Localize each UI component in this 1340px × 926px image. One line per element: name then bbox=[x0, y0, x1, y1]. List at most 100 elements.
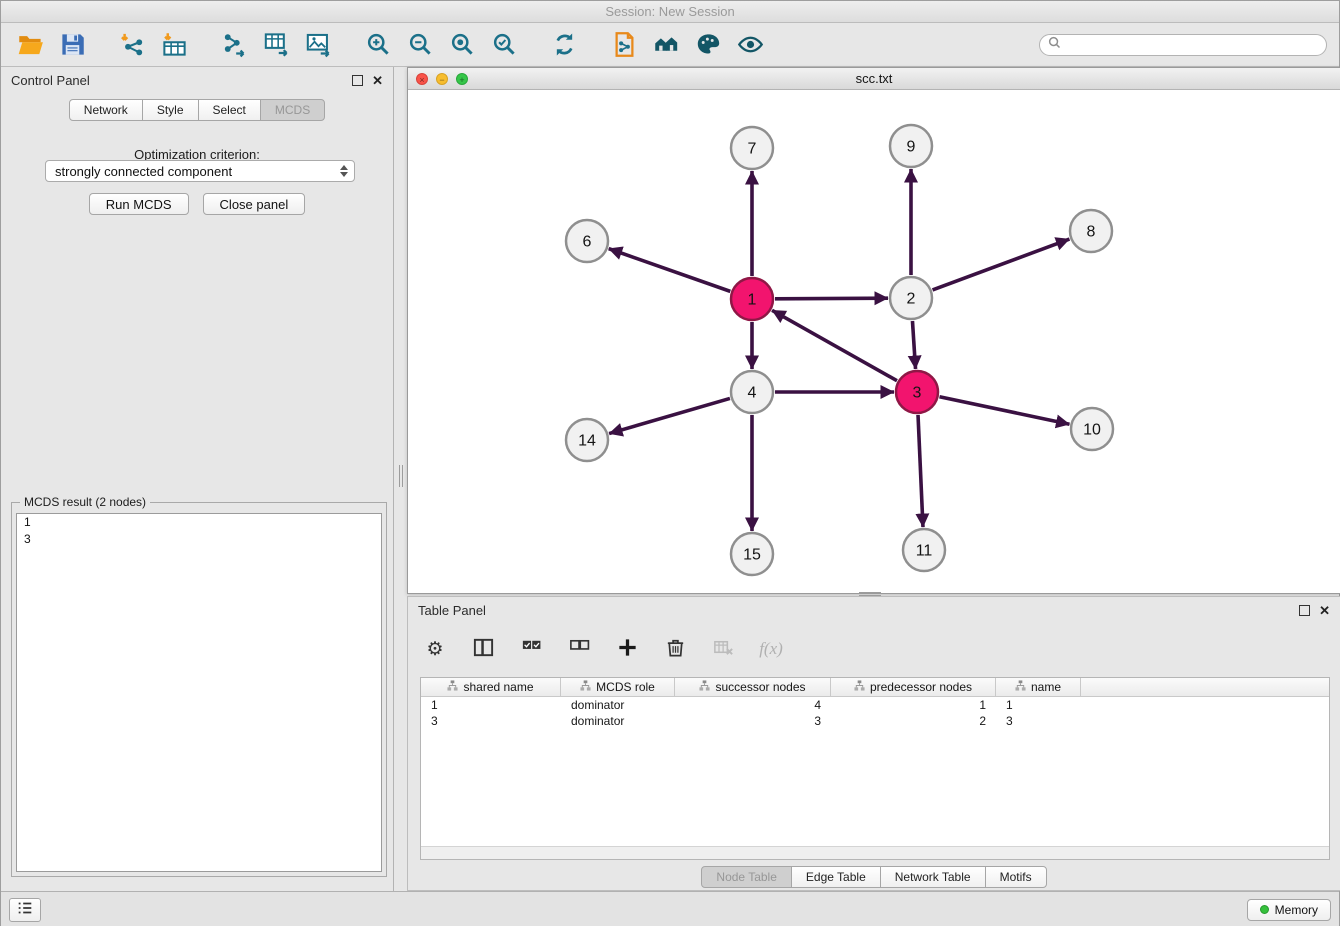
table-panel-tabs: Node TableEdge TableNetwork TableMotifs bbox=[408, 866, 1340, 888]
vertical-splitter-handle[interactable] bbox=[397, 465, 405, 487]
search-icon bbox=[1048, 36, 1061, 54]
float-table-panel-icon[interactable] bbox=[1299, 605, 1310, 616]
table-cell[interactable]: 3 bbox=[675, 713, 831, 729]
deselect-all-button[interactable] bbox=[566, 636, 592, 662]
network-window-titlebar[interactable]: × − + scc.txt bbox=[408, 68, 1340, 90]
table-cell[interactable]: 3 bbox=[421, 713, 561, 729]
node-label-14: 14 bbox=[578, 433, 596, 450]
table-horizontal-scrollbar[interactable] bbox=[421, 846, 1329, 859]
table-settings-icon: ⚙ bbox=[426, 640, 443, 659]
memory-button[interactable]: Memory bbox=[1247, 899, 1331, 921]
split-view-button[interactable] bbox=[470, 636, 496, 662]
table-cell[interactable]: 1 bbox=[996, 697, 1081, 713]
edge-3-1[interactable] bbox=[772, 310, 897, 380]
float-panel-icon[interactable] bbox=[352, 75, 363, 86]
edge-2-3[interactable] bbox=[912, 321, 915, 369]
table-tab-motifs[interactable]: Motifs bbox=[985, 866, 1047, 888]
edge-1-6[interactable] bbox=[609, 249, 731, 292]
open-file-button[interactable] bbox=[13, 28, 47, 62]
node-2[interactable]: 2 bbox=[890, 277, 932, 319]
node-10[interactable]: 10 bbox=[1071, 408, 1113, 450]
table-panel: Table Panel ✕ ⚙f(x) shared nameMCDS role… bbox=[407, 596, 1340, 891]
add-column-button[interactable] bbox=[614, 636, 640, 662]
table-cell[interactable]: 4 bbox=[675, 697, 831, 713]
tab-network[interactable]: Network bbox=[69, 99, 143, 121]
mcds-result-list[interactable]: 13 bbox=[16, 513, 382, 872]
node-14[interactable]: 14 bbox=[566, 419, 608, 461]
column-type-icon bbox=[447, 680, 458, 694]
table-row[interactable]: 3dominator323 bbox=[421, 713, 1329, 729]
node-1[interactable]: 1 bbox=[731, 278, 773, 320]
task-history-button[interactable] bbox=[9, 898, 41, 922]
table-tab-edge-table[interactable]: Edge Table bbox=[791, 866, 881, 888]
table-cell[interactable]: 3 bbox=[996, 713, 1081, 729]
first-neighbors-button[interactable] bbox=[649, 28, 683, 62]
zoom-out-button[interactable] bbox=[403, 28, 437, 62]
table-cell[interactable]: dominator bbox=[561, 713, 675, 729]
zoom-fit-button[interactable] bbox=[445, 28, 479, 62]
search-input[interactable] bbox=[1066, 38, 1318, 52]
minimize-window-icon[interactable]: − bbox=[436, 73, 448, 85]
table-toolbar: ⚙ f(x) bbox=[422, 631, 784, 667]
node-8[interactable]: 8 bbox=[1070, 210, 1112, 252]
node-6[interactable]: 6 bbox=[566, 220, 608, 262]
tab-mcds[interactable]: MCDS bbox=[260, 99, 325, 121]
network-canvas[interactable]: 7 9 6 8 1 2 4 3 14 10 15 11 bbox=[408, 90, 1340, 593]
close-panel-button[interactable]: Close panel bbox=[203, 193, 306, 215]
search-box[interactable] bbox=[1039, 34, 1327, 56]
maximize-window-icon[interactable]: + bbox=[456, 73, 468, 85]
criterion-dropdown[interactable]: strongly connected component bbox=[45, 160, 355, 182]
column-header-predecessor-nodes[interactable]: predecessor nodes bbox=[831, 678, 996, 696]
export-network-button[interactable] bbox=[217, 28, 251, 62]
show-graphics-details-button[interactable] bbox=[733, 28, 767, 62]
node-3[interactable]: 3 bbox=[896, 371, 938, 413]
node-7[interactable]: 7 bbox=[731, 127, 773, 169]
select-all-button[interactable] bbox=[518, 636, 544, 662]
apply-layout-button[interactable] bbox=[547, 28, 581, 62]
zoom-in-button[interactable] bbox=[361, 28, 395, 62]
table-tab-node-table[interactable]: Node Table bbox=[701, 866, 792, 888]
zoom-selected-button[interactable] bbox=[487, 28, 521, 62]
edge-2-8[interactable] bbox=[933, 239, 1070, 290]
tab-style[interactable]: Style bbox=[142, 99, 199, 121]
zoom-out-icon bbox=[407, 31, 434, 58]
export-table-button[interactable] bbox=[259, 28, 293, 62]
export-image-button[interactable] bbox=[301, 28, 335, 62]
node-11[interactable]: 11 bbox=[903, 529, 945, 571]
column-header-name[interactable]: name bbox=[996, 678, 1081, 696]
run-mcds-button[interactable]: Run MCDS bbox=[89, 193, 189, 215]
table-tab-network-table[interactable]: Network Table bbox=[880, 866, 986, 888]
zoom-selected-icon bbox=[491, 31, 518, 58]
column-header-MCDS-role[interactable]: MCDS role bbox=[561, 678, 675, 696]
network-from-file-button[interactable] bbox=[607, 28, 641, 62]
network-graph: 7 9 6 8 1 2 4 3 14 10 15 11 bbox=[408, 90, 1340, 593]
tab-select[interactable]: Select bbox=[198, 99, 261, 121]
column-header-successor-nodes[interactable]: successor nodes bbox=[675, 678, 831, 696]
node-9[interactable]: 9 bbox=[890, 125, 932, 167]
save-session-button[interactable] bbox=[55, 28, 89, 62]
apply-style-button[interactable] bbox=[691, 28, 725, 62]
node-15[interactable]: 15 bbox=[731, 533, 773, 575]
column-header-shared-name[interactable]: shared name bbox=[421, 678, 561, 696]
table-cell[interactable]: 2 bbox=[831, 713, 996, 729]
mcds-result-item[interactable]: 3 bbox=[17, 531, 381, 548]
table-cell[interactable]: 1 bbox=[831, 697, 996, 713]
import-network-button[interactable] bbox=[115, 28, 149, 62]
table-settings-button[interactable]: ⚙ bbox=[422, 636, 448, 662]
edge-3-10[interactable] bbox=[940, 397, 1070, 424]
table-cell[interactable]: 1 bbox=[421, 697, 561, 713]
close-window-icon[interactable]: × bbox=[416, 73, 428, 85]
node-4[interactable]: 4 bbox=[731, 371, 773, 413]
delete-row-button[interactable] bbox=[662, 636, 688, 662]
close-panel-icon[interactable]: ✕ bbox=[372, 75, 383, 86]
edge-3-11[interactable] bbox=[918, 415, 923, 527]
table-cell[interactable]: dominator bbox=[561, 697, 675, 713]
mcds-result-item[interactable]: 1 bbox=[17, 514, 381, 531]
edge-4-14[interactable] bbox=[609, 398, 730, 433]
function-builder-button: f(x) bbox=[758, 636, 784, 662]
table-row[interactable]: 1dominator411 bbox=[421, 697, 1329, 713]
import-table-button[interactable] bbox=[157, 28, 191, 62]
node-table: shared nameMCDS rolesuccessor nodesprede… bbox=[420, 677, 1330, 860]
edge-1-2[interactable] bbox=[775, 298, 888, 299]
close-table-panel-icon[interactable]: ✕ bbox=[1319, 605, 1330, 616]
